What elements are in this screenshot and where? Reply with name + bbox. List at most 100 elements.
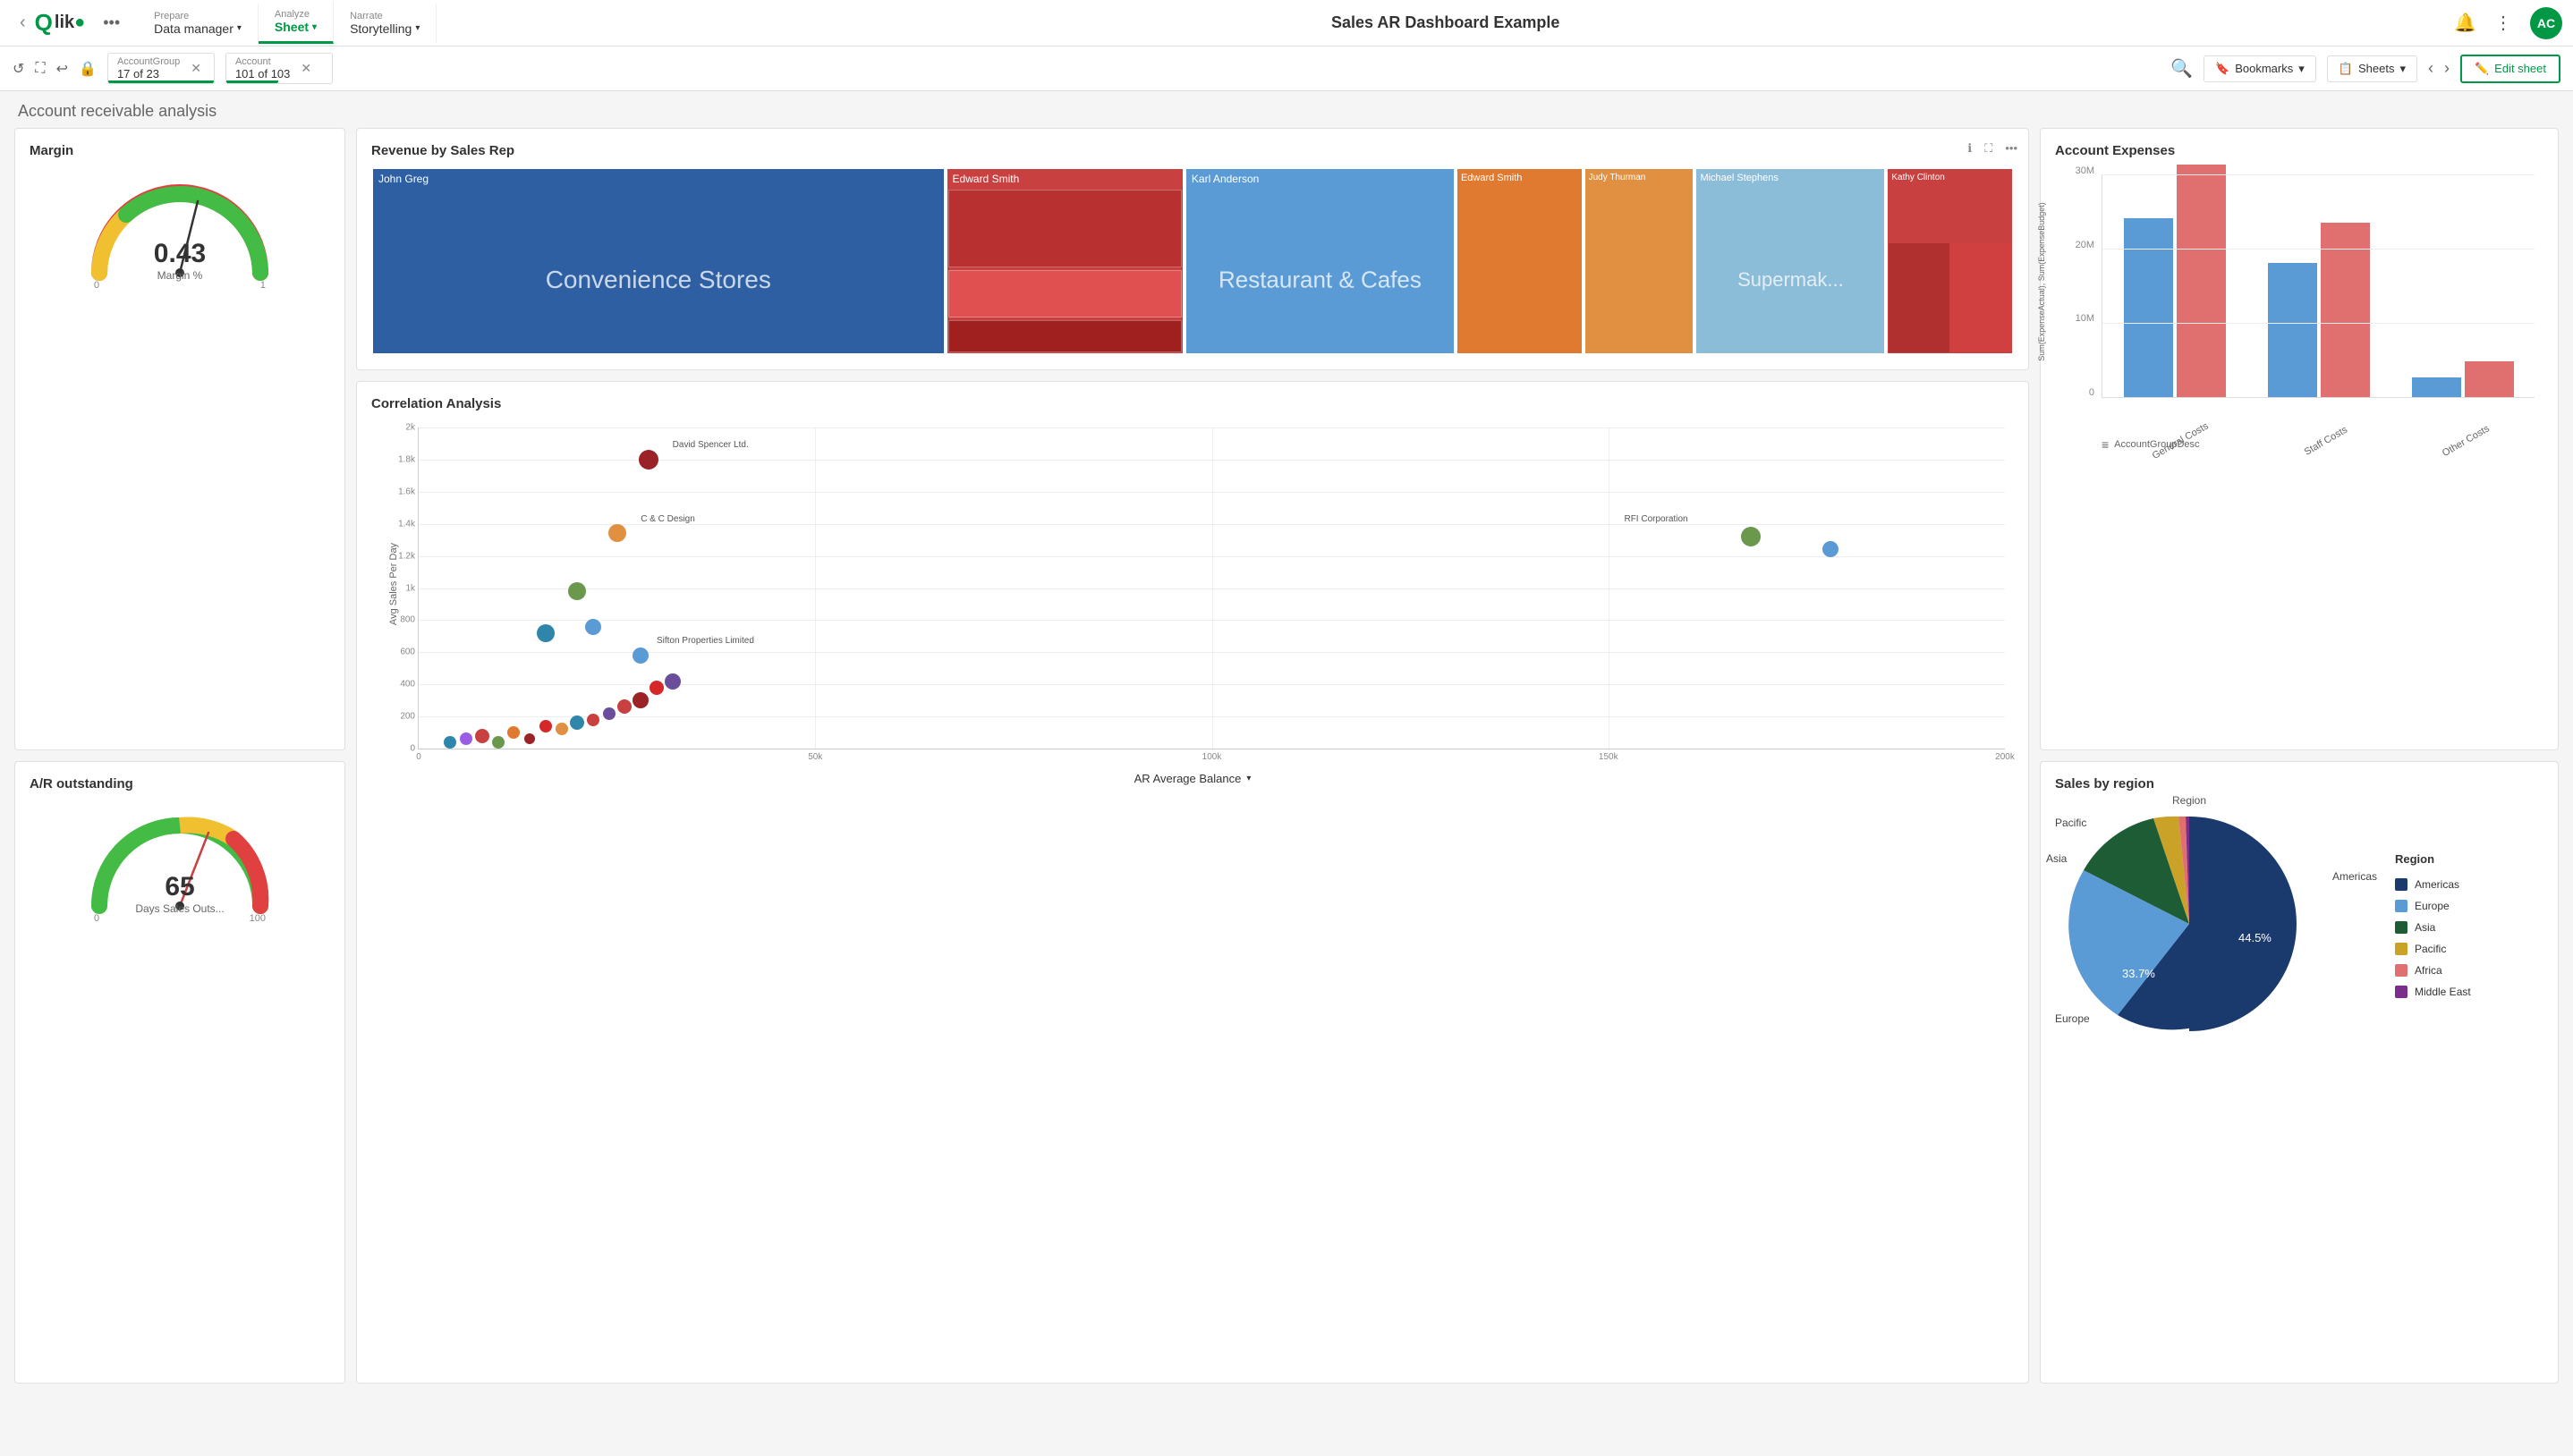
refresh-icon[interactable]: ↺ [13, 60, 24, 78]
more-icon[interactable]: ••• [2005, 141, 2017, 156]
margin-title: Margin [30, 143, 330, 158]
margin-gauge: 0.43 Margin % 0 1 [81, 174, 278, 291]
treemap-cell-1[interactable]: John Greg Convenience Stores [371, 167, 946, 355]
x-axis-label: AR Average Balance ▾ [1134, 772, 1252, 785]
scatter-chart: Avg Sales Per Day [371, 419, 2014, 794]
dashboard: Margin 0.43 [0, 128, 2573, 1398]
left-column: Margin 0.43 [14, 128, 345, 1384]
treemap[interactable]: John Greg Convenience Stores Edward Smit… [371, 167, 2014, 355]
margin-max: 1 [260, 280, 266, 291]
fullscreen-icon[interactable]: ⛶ [1984, 141, 1992, 156]
svg-text:44.5%: 44.5% [2238, 931, 2272, 944]
dot-rfi [1741, 527, 1761, 546]
pacific-label: Pacific [2055, 817, 2086, 829]
americas-label: Americas [2332, 870, 2377, 883]
smart-search-icon[interactable]: 🔍 [2170, 57, 2193, 80]
nav-narrate[interactable]: Narrate Storytelling ▾ [334, 4, 437, 43]
svg-text:33.7%: 33.7% [2122, 967, 2155, 980]
lock-icon[interactable]: 🔒 [79, 60, 97, 78]
ar-title: A/R outstanding [30, 776, 330, 791]
user-avatar[interactable]: AC [2530, 7, 2562, 39]
nav-back-icon[interactable]: ‹ [11, 13, 35, 33]
chip-close-icon[interactable]: ✕ [191, 61, 201, 76]
edit-sheet-btn[interactable]: ✏️ Edit sheet [2460, 55, 2560, 83]
filter-chip-account[interactable]: Account 101 of 103 ✕ [225, 53, 333, 84]
prev-sheet-icon[interactable]: ‹ [2428, 59, 2433, 78]
bar-y-label: Sum(ExpenseActual), Sum(ExpenseBudget) [2028, 165, 2055, 398]
pie-svg: 44.5% 33.7% [2064, 799, 2314, 1049]
bookmarks-btn[interactable]: 🔖 Bookmarks ▾ [2204, 55, 2316, 82]
margin-gauge-wrap: 0.43 Margin % 0 1 [30, 165, 330, 291]
top-nav: ‹ Q lik ● ••• Prepare Data manager ▾ Ana… [0, 0, 2573, 47]
treemap-cell-7[interactable]: Kathy Clinton Bottle Shops [1886, 167, 2014, 355]
dot-sifton [633, 648, 649, 664]
ar-min: 0 [94, 913, 99, 924]
nav-analyze[interactable]: Analyze Sheet ▾ [259, 2, 334, 44]
correlation-card: Correlation Analysis Avg Sales Per Day [356, 381, 2029, 1384]
revenue-title: Revenue by Sales Rep [371, 143, 2014, 158]
chip-account-close-icon[interactable]: ✕ [301, 61, 311, 76]
bar-y-axis: 30M 20M 10M 0 [2055, 165, 2100, 398]
center-column: Revenue by Sales Rep ℹ ⛶ ••• John Greg C… [356, 128, 2029, 1384]
correlation-title: Correlation Analysis [371, 396, 2014, 411]
filter-chip-accountgroup[interactable]: AccountGroup 17 of 23 ✕ [107, 53, 215, 84]
treemap-cell-6[interactable]: Michael Stephens Supermak... [1694, 167, 1886, 355]
bar-plot [2102, 174, 2535, 398]
legend-pacific: Pacific [2395, 943, 2471, 955]
ar-gauge-wrap: 65 Days Sales Outs... 0 100 [30, 799, 330, 924]
legend-middle-east: Middle East [2395, 986, 2471, 998]
app-title: Sales AR Dashboard Example [437, 13, 2454, 32]
treemap-cell-2[interactable]: Edward Smith [946, 167, 1185, 355]
expenses-title: Account Expenses [2055, 143, 2543, 158]
revenue-card: Revenue by Sales Rep ℹ ⛶ ••• John Greg C… [356, 128, 2029, 370]
ar-max: 100 [250, 913, 266, 924]
pie-chart-container: 44.5% 33.7% Region Pacific Asia Europe A… [2055, 799, 2543, 1052]
legend-africa: Africa [2395, 964, 2471, 977]
ar-value: 65 Days Sales Outs... [135, 872, 224, 915]
bar-other-actual [2412, 377, 2461, 397]
expand-icon[interactable]: ⛶ [35, 61, 45, 77]
treemap-cell-3[interactable]: Karl Anderson Restaurant & Cafes [1185, 167, 1456, 355]
revenue-card-icons: ℹ ⛶ ••• [1967, 141, 2017, 156]
edit-icon: ✏️ [2475, 62, 2489, 76]
ar-outstanding-card: A/R outstanding [14, 761, 345, 1384]
scatter-plot-area: 2k 1.8k 1.6k 1.4k 1.2k 1k 800 600 400 20… [418, 427, 2005, 749]
dot-cc-design [608, 524, 626, 542]
legend-europe: Europe [2395, 900, 2471, 912]
info-icon[interactable]: ℹ [1967, 141, 1972, 156]
bookmark-icon: 🔖 [2215, 62, 2229, 76]
pie-legend: Region Americas Europe Asia [2395, 852, 2471, 998]
sales-region-card: Sales by region [2040, 761, 2559, 1384]
ar-gauge: 65 Days Sales Outs... 0 100 [81, 808, 278, 924]
legend-asia: Asia [2395, 921, 2471, 934]
bar-general-actual [2124, 218, 2173, 397]
margin-card: Margin 0.43 [14, 128, 345, 750]
qlik-logo: Q lik ● [35, 9, 86, 37]
bar-legend: ≡ AccountGroupDesc [2102, 437, 2200, 452]
asia-label: Asia [2046, 852, 2067, 865]
undo-icon[interactable]: ↩ [56, 60, 68, 78]
treemap-cell-5[interactable]: Judy Thurman [1584, 167, 1695, 355]
right-column: Account Expenses 30M 20M 10M 0 Sum(Expen… [2040, 128, 2559, 1384]
bell-icon[interactable]: 🔔 [2454, 12, 2476, 34]
bar-other-budget [2465, 361, 2514, 397]
sheets-icon: 📋 [2339, 62, 2353, 76]
nav-right-icons: 🔔 ⋮ AC [2454, 7, 2562, 39]
filter-bar: ↺ ⛶ ↩ 🔒 AccountGroup 17 of 23 ✕ Account … [0, 47, 2573, 91]
legend-americas: Americas [2395, 878, 2471, 891]
pie-chart: 44.5% 33.7% Region Pacific Asia Europe A… [2064, 799, 2314, 1052]
nav-prepare[interactable]: Prepare Data manager ▾ [138, 4, 259, 43]
margin-value: 0.43 Margin % [154, 239, 206, 282]
bar-general-costs [2124, 165, 2226, 397]
nav-more-icon[interactable]: ••• [103, 13, 120, 32]
dot-david-spencer [639, 450, 658, 470]
dot-rfi-2 [1822, 541, 1838, 557]
treemap-cell-4[interactable]: Edward Smith [1456, 167, 1584, 355]
europe-label: Europe [2055, 1012, 2090, 1025]
expenses-card: Account Expenses 30M 20M 10M 0 Sum(Expen… [2040, 128, 2559, 750]
sales-region-title: Sales by region [2055, 776, 2543, 791]
grid-icon[interactable]: ⋮ [2494, 12, 2512, 34]
next-sheet-icon[interactable]: › [2444, 59, 2450, 78]
sheets-btn[interactable]: 📋 Sheets ▾ [2327, 55, 2417, 82]
page-title: Account receivable analysis [0, 91, 2573, 128]
